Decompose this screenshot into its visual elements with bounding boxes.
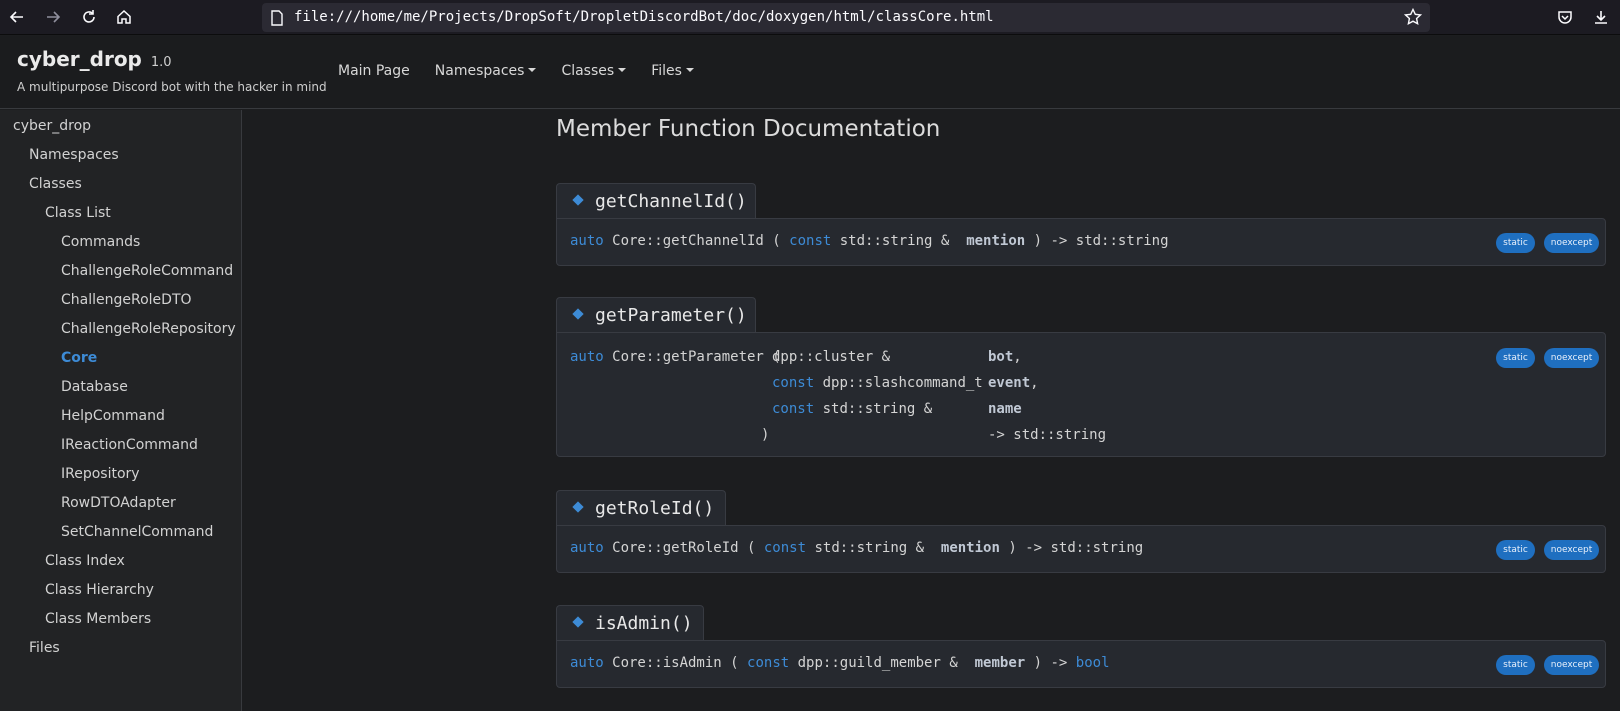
chevron-down-icon: [685, 68, 694, 72]
static-badge: static: [1496, 233, 1535, 253]
param-type-0: dpp::cluster &: [772, 349, 891, 365]
static-badge: static: [1496, 348, 1535, 368]
signature: auto Core::getRoleId ( const std::string…: [570, 540, 1144, 556]
signature: auto Core::isAdmin ( const dpp::guild_me…: [570, 655, 1110, 671]
doxygen-header: cyber_drop 1.0 A multipurpose Discord bo…: [0, 36, 1620, 109]
param-type-2: const std::string &: [772, 401, 933, 417]
tree-item-namespaces[interactable]: Namespaces: [29, 147, 119, 163]
tree-item-class-members[interactable]: Class Members: [45, 611, 151, 627]
noexcept-badge: noexcept: [1544, 540, 1599, 560]
param-name-1: event,: [988, 375, 1039, 391]
tree-item-classes[interactable]: Classes: [29, 176, 82, 192]
static-badge: static: [1496, 540, 1535, 560]
tree-item-class-index[interactable]: Class Index: [45, 553, 125, 569]
tree-item-row-dto-adapter[interactable]: RowDTOAdapter: [61, 495, 176, 511]
param-type-1: const dpp::slashcommand_t: [772, 375, 983, 391]
menu-files-label: Files: [651, 63, 682, 79]
member-title-get-parameter: getParameter(): [556, 297, 756, 333]
chevron-down-icon: [528, 68, 537, 72]
nav-tree: cyber_drop Namespaces Classes Class List…: [0, 110, 242, 711]
tree-item-class-list[interactable]: Class List: [45, 205, 111, 221]
menu-main-page[interactable]: Main Page: [338, 63, 410, 79]
menu-classes-label: Classes: [561, 63, 615, 79]
home-icon[interactable]: [111, 4, 137, 30]
project-title: cyber_drop 1.0: [17, 47, 172, 71]
member-proto-get-role-id: auto Core::getRoleId ( const std::string…: [556, 525, 1606, 573]
tree-item-ireaction-command[interactable]: IReactionCommand: [61, 437, 198, 453]
tree-item-class-hierarchy[interactable]: Class Hierarchy: [45, 582, 154, 598]
back-icon[interactable]: [4, 4, 30, 30]
tree-item-challenge-role-dto[interactable]: ChallengeRoleDTO: [61, 292, 192, 308]
member-proto-get-channel-id: auto Core::getChannelId ( const std::str…: [556, 218, 1606, 266]
member-title-get-channel-id: getChannelId(): [556, 183, 756, 219]
browser-toolbar: file:///home/me/Projects/DropSoft/Drople…: [0, 0, 1620, 35]
tree-item-database[interactable]: Database: [61, 379, 128, 395]
tree-item-commands[interactable]: Commands: [61, 234, 140, 250]
member-anchor-icon: [572, 501, 584, 513]
reload-icon[interactable]: [76, 4, 102, 30]
member-title-is-admin: isAdmin(): [556, 605, 704, 641]
member-anchor-icon: [572, 194, 584, 206]
signature-return: -> std::string: [988, 427, 1107, 443]
menu-namespaces-label: Namespaces: [434, 63, 525, 79]
noexcept-badge: noexcept: [1544, 233, 1599, 253]
main-menu: Main Page Namespaces Classes Files: [338, 63, 719, 79]
signature: auto Core::getChannelId ( const std::str…: [570, 233, 1169, 249]
member-anchor-icon: [572, 308, 584, 320]
chevron-down-icon: [618, 68, 627, 72]
member-title-text: getParameter(): [595, 305, 747, 326]
section-title: Member Function Documentation: [556, 116, 941, 142]
bookmark-star-icon[interactable]: [1404, 8, 1422, 26]
tree-item-challenge-role-repository[interactable]: ChallengeRoleRepository: [61, 321, 236, 337]
menu-namespaces[interactable]: Namespaces: [435, 63, 537, 79]
member-anchor-icon: [572, 616, 584, 628]
member-proto-get-parameter: auto Core::getParameter ( dpp::cluster &…: [556, 332, 1606, 457]
param-name-0: bot,: [988, 349, 1022, 365]
member-title-text: getRoleId(): [595, 498, 715, 519]
signature-close: ): [761, 427, 770, 443]
noexcept-badge: noexcept: [1544, 655, 1599, 675]
project-name: cyber_drop: [17, 47, 142, 71]
url-bar[interactable]: file:///home/me/Projects/DropSoft/Drople…: [262, 3, 1430, 32]
param-name-2: name: [988, 401, 1022, 417]
pocket-icon[interactable]: [1552, 4, 1578, 30]
url-text[interactable]: file:///home/me/Projects/DropSoft/Drople…: [294, 9, 994, 25]
member-title-text: getChannelId(): [595, 191, 747, 212]
tree-item-irepository[interactable]: IRepository: [61, 466, 140, 482]
tree-item-challenge-role-command[interactable]: ChallengeRoleCommand: [61, 263, 233, 279]
tree-item-set-channel-command[interactable]: SetChannelCommand: [61, 524, 213, 540]
signature-head: auto Core::getParameter (: [570, 349, 781, 365]
member-title-get-role-id: getRoleId(): [556, 490, 726, 526]
menu-classes[interactable]: Classes: [561, 63, 627, 79]
tree-item-core[interactable]: Core: [61, 350, 97, 366]
downloads-icon[interactable]: [1588, 4, 1614, 30]
member-title-text: isAdmin(): [595, 613, 693, 634]
tree-item-help-command[interactable]: HelpCommand: [61, 408, 165, 424]
page-icon: [270, 10, 284, 26]
project-brief: A multipurpose Discord bot with the hack…: [17, 80, 327, 94]
forward-icon[interactable]: [40, 4, 66, 30]
noexcept-badge: noexcept: [1544, 348, 1599, 368]
static-badge: static: [1496, 655, 1535, 675]
tree-item-cyber-drop[interactable]: cyber_drop: [13, 118, 91, 134]
doc-content: Member Function Documentation getChannel…: [243, 110, 1620, 711]
menu-files[interactable]: Files: [651, 63, 694, 79]
project-number: 1.0: [150, 55, 172, 70]
tree-item-files[interactable]: Files: [29, 640, 60, 656]
member-proto-is-admin: auto Core::isAdmin ( const dpp::guild_me…: [556, 640, 1606, 688]
